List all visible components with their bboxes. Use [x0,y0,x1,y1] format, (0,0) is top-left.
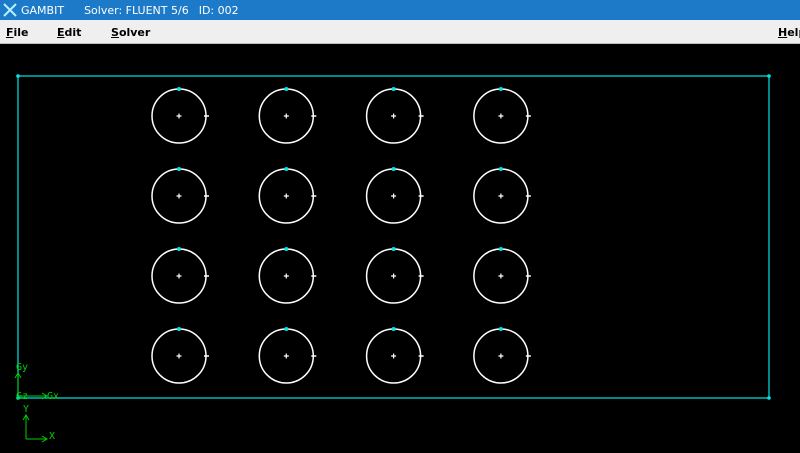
gambit-logo-icon [3,3,17,17]
center-marker [391,193,397,199]
edge-vertex[interactable] [498,327,503,331]
global-z-label: Gz [16,391,28,402]
edge-vertex[interactable] [284,327,289,331]
local-y-label: Y [23,404,29,415]
cylinder-section[interactable] [473,327,531,384]
cylinder-section[interactable] [151,167,209,224]
center-marker [391,273,397,279]
local-x-label: X [49,431,55,442]
cylinder-section[interactable] [258,327,317,384]
cylinder-section[interactable] [473,167,531,224]
boundary-vertices [16,74,771,400]
graphics-viewport[interactable]: Gy Gz Gx Y X [0,44,800,453]
edge-vertex[interactable] [284,167,289,171]
edge-vertex[interactable] [391,247,396,251]
cylinder-section[interactable] [365,87,424,144]
solver-label: Solver: FLUENT 5/6 [84,3,189,17]
center-marker [391,113,397,119]
edge-vertex[interactable] [391,167,396,171]
menu-bar: File Edit Solver Help [0,20,800,44]
cylinder-section[interactable] [258,87,317,144]
center-marker [498,113,504,119]
cylinder-section[interactable] [365,247,424,304]
global-x-label: Gx [47,391,59,402]
cylinder-section[interactable] [151,87,209,144]
edge-vertex[interactable] [177,327,181,331]
center-marker [498,273,504,279]
edge-vertex[interactable] [498,87,503,91]
edge-vertex[interactable] [498,247,503,251]
edge-vertex[interactable] [177,87,181,91]
menu-help[interactable]: Help [778,26,800,39]
domain-boundary[interactable] [17,75,770,399]
edge-vertex[interactable] [177,247,181,251]
global-y-label: Gy [16,362,28,373]
center-marker [176,193,182,199]
edge-vertex[interactable] [391,327,396,331]
center-marker [391,353,397,359]
center-marker [498,193,504,199]
menu-file[interactable]: File [6,26,29,39]
app-name: GAMBIT [21,3,65,17]
edge-vertex[interactable] [284,247,289,251]
edge-vertex[interactable] [498,167,503,171]
menu-solver[interactable]: Solver [111,26,150,39]
cylinder-section[interactable] [365,167,424,224]
local-axis-triad: Y X [22,404,55,443]
cylinder-section[interactable] [473,247,531,304]
id-label: ID: 002 [198,3,239,17]
boundary-vertex[interactable] [16,74,20,78]
cylinder-section[interactable] [365,327,424,384]
cylinder-section[interactable] [258,247,317,304]
center-marker [283,273,289,279]
menu-edit[interactable]: Edit [57,26,81,39]
edge-vertex[interactable] [284,87,289,91]
center-marker [283,353,289,359]
edge-vertex[interactable] [177,167,181,171]
boundary-vertex[interactable] [767,396,771,400]
cylinder-section[interactable] [151,327,209,384]
global-axis-triad: Gy Gz Gx [14,362,59,402]
geometry-display[interactable]: Gy Gz Gx Y X [0,44,800,453]
center-marker [283,193,289,199]
center-marker [176,353,182,359]
cylinder-section[interactable] [473,87,531,144]
center-marker [498,353,504,359]
center-marker [176,113,182,119]
cylinder-array [151,87,531,384]
cylinder-section[interactable] [258,167,317,224]
edge-vertex[interactable] [391,87,396,91]
title-bar: GAMBIT Solver: FLUENT 5/6 ID: 002 [0,0,800,20]
boundary-vertex[interactable] [767,74,771,78]
cylinder-section[interactable] [151,247,209,304]
center-marker [176,273,182,279]
center-marker [283,113,289,119]
